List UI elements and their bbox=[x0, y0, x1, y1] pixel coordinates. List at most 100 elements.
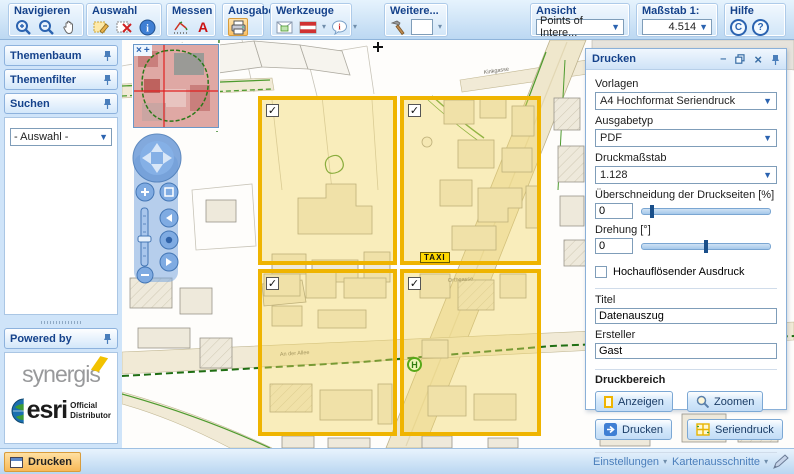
group-title: Maßstab 1: bbox=[637, 4, 717, 17]
esri-wordmark: esri bbox=[27, 396, 67, 425]
identify-info-icon[interactable]: i bbox=[138, 18, 156, 36]
sidebar-item-themenbaum[interactable]: Themenbaum bbox=[4, 45, 118, 66]
group-title: Navigieren bbox=[9, 4, 83, 17]
chevron-down-icon: ▼ bbox=[763, 97, 772, 106]
slider-thumb[interactable] bbox=[704, 240, 708, 253]
toolbar-group-hilfe: Hilfe C ? bbox=[724, 3, 786, 37]
select-remove-icon[interactable] bbox=[115, 18, 133, 36]
chevron-down-icon[interactable]: ▾ bbox=[353, 23, 357, 31]
drehung-label: Drehung [°] bbox=[595, 224, 777, 236]
ausgabetyp-select[interactable]: PDF ▼ bbox=[595, 129, 777, 147]
chevron-down-icon[interactable]: ▾ bbox=[438, 23, 442, 31]
titel-input[interactable] bbox=[595, 308, 777, 324]
group-title: Auswahl bbox=[87, 4, 161, 17]
transit-stop-symbol: H bbox=[407, 357, 422, 372]
druckbereich-label: Druckbereich bbox=[595, 374, 777, 386]
ueberschneidung-slider[interactable] bbox=[641, 208, 771, 215]
print-page-3[interactable]: ✓ bbox=[258, 269, 397, 436]
group-title: Weitere... bbox=[385, 4, 447, 17]
taskbar-drucken-button[interactable]: Drucken bbox=[4, 452, 81, 472]
druckmassstab-value: 1.128 bbox=[600, 169, 628, 181]
ansicht-select[interactable]: Points of Intere... ▼ bbox=[536, 19, 624, 35]
pin-icon[interactable] bbox=[103, 98, 112, 109]
send-map-icon[interactable] bbox=[276, 18, 294, 36]
zoomen-button[interactable]: Zoomen bbox=[687, 391, 763, 412]
help-button[interactable]: ? bbox=[752, 19, 769, 36]
overview-move-icon[interactable]: + bbox=[144, 45, 150, 56]
ueberschneidung-input[interactable] bbox=[595, 203, 633, 219]
zoom-in-icon[interactable] bbox=[14, 18, 32, 36]
sidebar-item-themenfilter[interactable]: Themenfilter bbox=[4, 69, 118, 90]
group-title: Hilfe bbox=[725, 4, 785, 17]
einstellungen-menu[interactable]: Einstellungen ▾ bbox=[593, 456, 667, 468]
print-dialog-header[interactable]: Drucken – × bbox=[586, 49, 786, 70]
measure-text-icon[interactable]: A bbox=[195, 18, 211, 36]
restore-icon[interactable] bbox=[735, 54, 745, 64]
drehung-input[interactable] bbox=[595, 238, 633, 254]
weitere-combobox[interactable] bbox=[411, 19, 433, 35]
chevron-down-icon: ▼ bbox=[763, 171, 772, 180]
pin-icon[interactable] bbox=[771, 54, 780, 65]
pan-hand-icon[interactable] bbox=[60, 18, 78, 36]
seriendruck-button[interactable]: Seriendruck bbox=[687, 419, 783, 440]
ausgabetyp-label: Ausgabetyp bbox=[595, 115, 777, 127]
druckmassstab-select[interactable]: 1.128 ▼ bbox=[595, 166, 777, 184]
pin-icon[interactable] bbox=[103, 333, 112, 344]
full-extent-button[interactable] bbox=[160, 183, 178, 201]
measure-distance-icon[interactable] bbox=[172, 18, 190, 36]
ausgabetyp-value: PDF bbox=[600, 132, 622, 144]
slider-thumb[interactable] bbox=[650, 205, 654, 218]
taskbar-drucken-label: Drucken bbox=[28, 456, 72, 468]
print-page-checkbox[interactable]: ✓ bbox=[266, 104, 279, 117]
minimize-icon[interactable]: – bbox=[720, 53, 726, 65]
print-page-1[interactable]: ✓ bbox=[258, 96, 397, 265]
esri-globe-icon bbox=[11, 398, 24, 424]
chevron-down-icon: ▾ bbox=[764, 458, 768, 466]
print-arrow-icon bbox=[604, 423, 617, 436]
overview-map-image bbox=[134, 45, 218, 127]
print-page-checkbox[interactable]: ✓ bbox=[408, 277, 421, 290]
themenfilter-label: Themenfilter bbox=[10, 74, 76, 86]
hochaufloesender-checkbox[interactable] bbox=[595, 266, 607, 278]
drehung-slider[interactable] bbox=[641, 243, 771, 250]
group-title: Werkzeuge bbox=[271, 4, 351, 17]
overview-map[interactable]: × + bbox=[133, 44, 219, 128]
print-page-2[interactable]: ✓ bbox=[400, 96, 541, 265]
print-page-checkbox[interactable]: ✓ bbox=[266, 277, 279, 290]
print-page-checkbox[interactable]: ✓ bbox=[408, 104, 421, 117]
chevron-down-icon[interactable]: ▾ bbox=[322, 23, 326, 31]
kartenausschnitte-menu[interactable]: Kartenausschnitte ▾ bbox=[672, 456, 768, 468]
hammer-tools-icon[interactable] bbox=[390, 18, 406, 36]
drucken-button[interactable]: Drucken bbox=[595, 419, 672, 440]
ersteller-input[interactable] bbox=[595, 343, 777, 359]
application-window: Navigieren Auswahl i bbox=[0, 0, 794, 474]
select-edit-icon[interactable] bbox=[92, 18, 110, 36]
close-icon[interactable]: × bbox=[754, 52, 762, 67]
titel-label: Titel bbox=[595, 294, 777, 306]
toolbar-group-messen: Messen A bbox=[166, 3, 216, 37]
zoom-slider-thumb[interactable] bbox=[138, 236, 151, 242]
language-flag-icon[interactable] bbox=[299, 18, 317, 36]
vorlagen-select[interactable]: A4 Hochformat Seriendruck ▼ bbox=[595, 92, 777, 110]
contact-button[interactable]: C bbox=[730, 19, 747, 36]
sidebar-resize-handle[interactable] bbox=[41, 321, 81, 324]
print-page-4[interactable]: ✓ bbox=[400, 269, 541, 436]
overview-close-icon[interactable]: × bbox=[136, 45, 142, 56]
sidebar-item-suchen[interactable]: Suchen bbox=[4, 93, 118, 114]
anzeigen-button[interactable]: Anzeigen bbox=[595, 391, 673, 412]
map-navigation-widget[interactable] bbox=[128, 132, 186, 284]
sidebar-item-powered-by[interactable]: Powered by bbox=[4, 328, 118, 349]
vorlagen-label: Vorlagen bbox=[595, 78, 777, 90]
print-tool-icon[interactable] bbox=[228, 18, 248, 36]
info-bubble-icon[interactable]: i bbox=[331, 18, 348, 36]
ersteller-label: Ersteller bbox=[595, 329, 777, 341]
massstab-select[interactable]: 4.514 ▼ bbox=[642, 19, 712, 35]
pin-icon[interactable] bbox=[103, 74, 112, 85]
group-title: Ausgabe bbox=[223, 4, 263, 17]
zoom-out-icon[interactable] bbox=[37, 18, 55, 36]
pencil-edit-icon[interactable] bbox=[772, 453, 789, 470]
chevron-down-icon: ▼ bbox=[99, 133, 108, 142]
suchen-auswahl-select[interactable]: - Auswahl - ▼ bbox=[10, 128, 112, 146]
pin-icon[interactable] bbox=[103, 50, 112, 61]
themenbaum-label: Themenbaum bbox=[10, 50, 82, 62]
